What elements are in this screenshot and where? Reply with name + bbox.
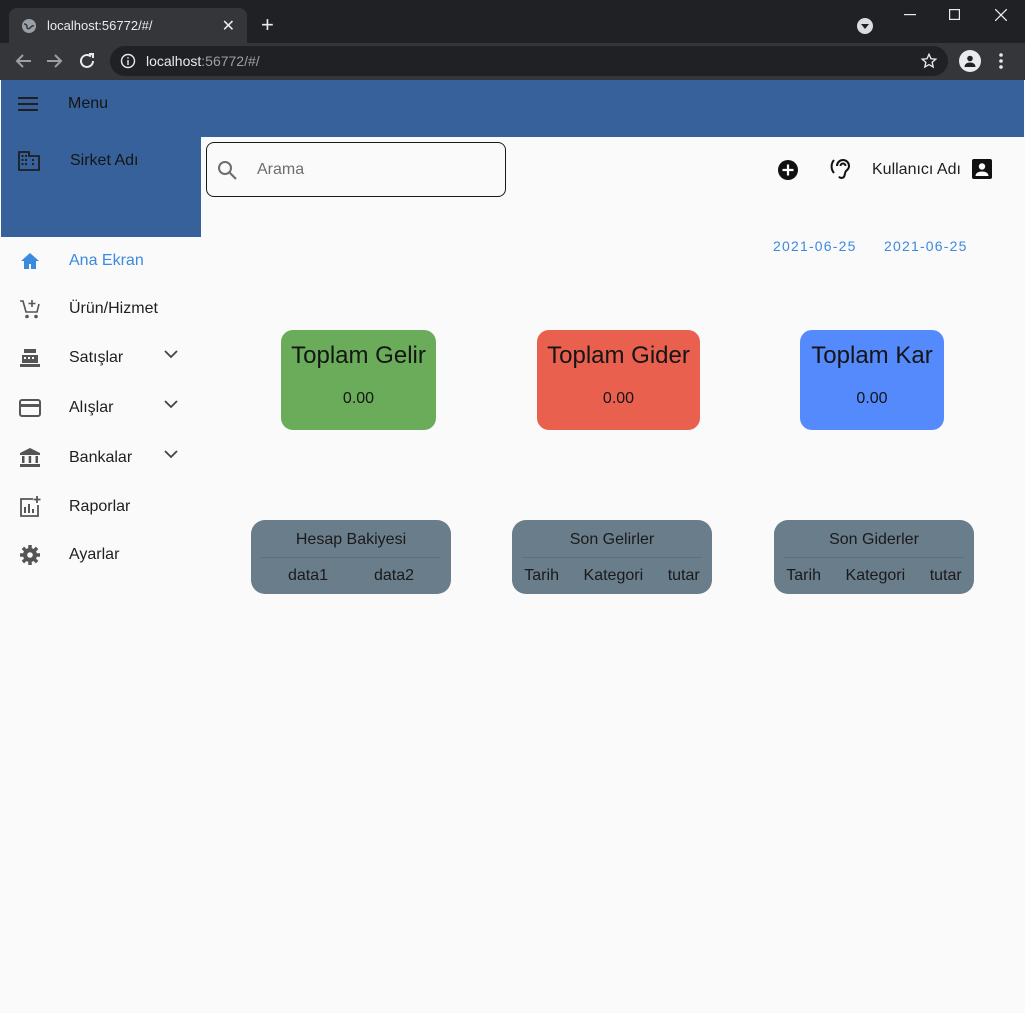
url-host: localhost — [146, 53, 202, 69]
company-row[interactable]: Sirket Adı — [18, 151, 138, 171]
sidebar-item-ana-ekran[interactable]: Ana Ekran — [1, 241, 201, 281]
browser-toolbar: localhost:56772/#/ — [0, 43, 1025, 80]
column-header: tutar — [667, 567, 700, 584]
sidebar-item-label: Raporlar — [69, 498, 131, 515]
stat-card-income: Toplam Gelir 0.00 — [281, 330, 436, 430]
column-header: Kategori — [845, 567, 906, 584]
end-date[interactable]: 2021-06-25 — [884, 238, 968, 254]
sidebar-item-label: Alışlar — [69, 399, 114, 416]
app-bar — [1, 80, 1024, 137]
chevron-down-icon[interactable] — [164, 400, 178, 409]
table-title: Hesap Bakiyesi — [295, 531, 407, 548]
cart-add-icon — [18, 297, 42, 321]
sidebar-item-ayarlar[interactable]: Ayarlar — [1, 535, 201, 575]
table-header-row: Tarih Kategori tutar — [774, 567, 974, 585]
stat-card-profit: Toplam Kar 0.00 — [800, 330, 944, 430]
minimize-icon[interactable] — [904, 14, 916, 16]
reload-icon[interactable] — [77, 51, 97, 71]
bank-icon — [18, 446, 42, 470]
recent-income-table: Son Gelirler Tarih Kategori tutar — [512, 520, 712, 594]
column-header: Kategori — [583, 567, 644, 584]
sidebar-item-label: Ürün/Hizmet — [69, 300, 158, 317]
stat-value: 0.00 — [856, 390, 888, 407]
new-tab-icon[interactable]: + — [261, 14, 274, 36]
column-header: Tarih — [524, 567, 559, 584]
profile-icon[interactable] — [959, 50, 981, 72]
account-box-icon[interactable] — [971, 158, 993, 180]
sidebar-item-bankalar[interactable]: Bankalar — [1, 438, 201, 478]
company-name: Sirket Adı — [70, 152, 139, 169]
table-divider — [784, 557, 964, 558]
sidebar-item-satislar[interactable]: Satışlar — [1, 338, 201, 378]
cash-register-icon — [18, 346, 42, 370]
search-input[interactable] — [257, 160, 477, 179]
tab-search-icon[interactable] — [857, 18, 873, 34]
bookmark-star-icon[interactable] — [920, 52, 938, 70]
maximize-icon[interactable] — [949, 9, 960, 20]
hearing-icon[interactable] — [829, 157, 853, 181]
home-icon — [18, 249, 42, 273]
table-divider — [522, 557, 702, 558]
search-field[interactable] — [206, 142, 506, 197]
gear-icon — [18, 543, 42, 567]
browser-titlebar: localhost:56772/#/ ✕ + — [0, 0, 1025, 43]
table-title: Son Gelirler — [569, 531, 655, 548]
column-header: data1 — [287, 567, 329, 584]
add-circle-icon[interactable] — [777, 159, 799, 181]
sidebar-item-urun-hizmet[interactable]: Ürün/Hizmet — [1, 289, 201, 329]
table-title: Son Giderler — [829, 531, 919, 548]
stat-title: Toplam Kar — [811, 342, 933, 369]
sidebar-item-label: Satışlar — [69, 349, 124, 366]
search-icon — [218, 160, 237, 180]
globe-icon — [22, 18, 36, 33]
close-window-icon[interactable] — [995, 9, 1007, 21]
menu-label: Menu — [68, 95, 109, 112]
more-vert-icon[interactable] — [998, 52, 1004, 70]
url-text: localhost:56772/#/ — [146, 53, 260, 69]
column-header: Tarih — [786, 567, 821, 584]
sidebar-item-alislar[interactable]: Alışlar — [1, 388, 201, 428]
chevron-down-icon[interactable] — [164, 450, 178, 459]
chevron-down-icon[interactable] — [164, 350, 178, 359]
table-header-row: Tarih Kategori tutar — [512, 567, 712, 585]
sidebar-item-label: Ana Ekran — [69, 252, 144, 269]
report-icon — [18, 495, 42, 519]
close-tab-icon[interactable]: ✕ — [222, 16, 235, 36]
hamburger-icon[interactable] — [18, 97, 38, 111]
start-date[interactable]: 2021-06-25 — [773, 238, 857, 254]
building-icon — [18, 151, 40, 171]
stat-card-expense: Toplam Gider 0.00 — [537, 330, 700, 430]
menu-toggle[interactable]: Menu — [18, 95, 108, 113]
account-balance-table: Hesap Bakiyesi data1 data2 — [251, 520, 451, 594]
browser-tab[interactable]: localhost:56772/#/ ✕ — [9, 8, 247, 43]
credit-card-icon — [18, 396, 42, 420]
back-icon[interactable] — [13, 51, 33, 71]
table-header-row: data1 data2 — [251, 567, 451, 585]
stat-value: 0.00 — [342, 390, 375, 407]
tab-title: localhost:56772/#/ — [47, 18, 153, 33]
sidebar-item-raporlar[interactable]: Raporlar — [1, 487, 201, 527]
user-name[interactable]: Kullanıcı Adı — [872, 161, 961, 179]
column-header: tutar — [929, 567, 962, 584]
stat-title: Toplam Gider — [547, 342, 690, 369]
site-info-icon[interactable] — [120, 53, 136, 69]
address-bar[interactable]: localhost:56772/#/ — [110, 46, 948, 76]
forward-icon[interactable] — [45, 51, 65, 71]
url-path: :56772/#/ — [201, 53, 260, 69]
sidebar-item-label: Ayarlar — [69, 546, 120, 563]
table-divider — [261, 557, 441, 558]
stat-value: 0.00 — [602, 390, 635, 407]
recent-expenses-table: Son Giderler Tarih Kategori tutar — [774, 520, 974, 594]
stat-title: Toplam Gelir — [291, 342, 426, 369]
sidebar-item-label: Bankalar — [69, 449, 133, 466]
column-header: data2 — [373, 567, 415, 584]
